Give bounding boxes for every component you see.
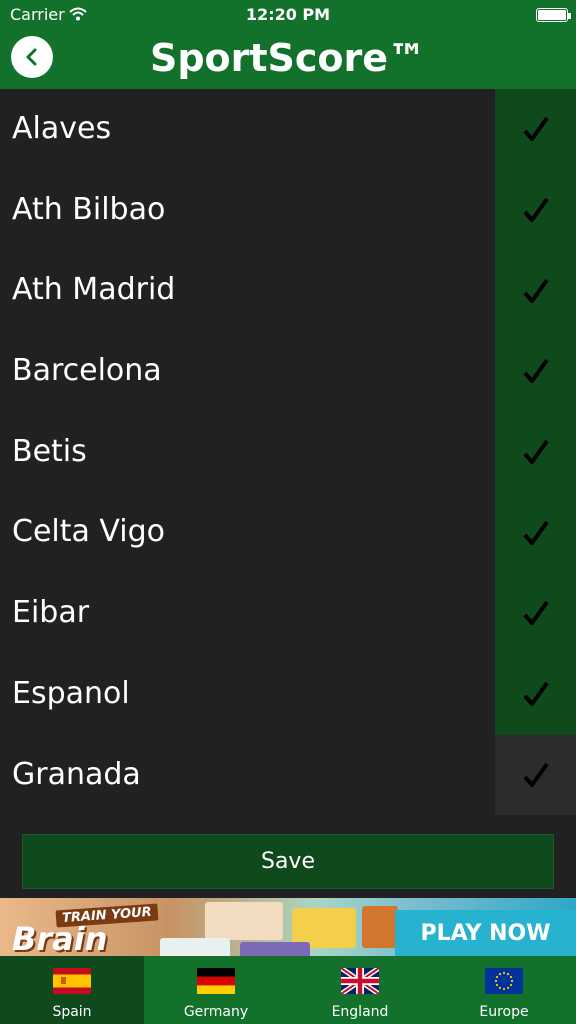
- tab-label: England: [331, 1004, 389, 1020]
- team-name: Espanol: [12, 675, 130, 711]
- tab-label: Germany: [183, 1004, 249, 1020]
- ad-tile: [160, 938, 230, 956]
- uk-flag-icon: [341, 968, 379, 994]
- ad-tile: [205, 902, 283, 940]
- tab-spain[interactable]: Spain: [0, 956, 144, 1024]
- checkmark-icon: [522, 681, 549, 707]
- team-row[interactable]: Ath Bilbao: [0, 169, 576, 251]
- selection-toggle[interactable]: [495, 411, 576, 493]
- team-row[interactable]: Eibar: [0, 573, 576, 654]
- team-name: Granada: [12, 756, 141, 792]
- save-button[interactable]: Save: [22, 834, 554, 889]
- ad-brand: TRAIN YOUR Brain: [12, 903, 159, 955]
- team-list: Alaves Ath Bilbao Ath Madrid Barcelona B…: [0, 89, 576, 816]
- app-header: Carrier 12:20 PM SportScore™: [0, 0, 576, 89]
- selection-toggle[interactable]: [495, 89, 576, 170]
- team-name: Alaves: [12, 111, 112, 146]
- checkmark-icon: [522, 762, 549, 787]
- team-row[interactable]: Espanol: [0, 653, 576, 735]
- selection-toggle[interactable]: [495, 250, 576, 332]
- ad-tile: [362, 906, 398, 948]
- team-row[interactable]: Celta Vigo: [0, 492, 576, 574]
- checkmark-icon: [522, 520, 549, 545]
- team-name: Ath Madrid: [12, 272, 176, 308]
- spain-flag-icon: [53, 968, 91, 994]
- tab-england[interactable]: England: [288, 956, 432, 1024]
- selection-toggle[interactable]: [495, 169, 576, 251]
- team-name: Betis: [12, 433, 87, 469]
- ad-banner[interactable]: TRAIN YOUR Brain PLAY NOW: [0, 898, 576, 956]
- selection-toggle[interactable]: [495, 492, 576, 574]
- tab-bar: Spain Germany England Europe: [0, 956, 576, 1024]
- team-row[interactable]: Ath Madrid: [0, 250, 576, 332]
- germany-flag-icon: [197, 968, 235, 994]
- checkmark-icon: [522, 117, 549, 142]
- tab-germany[interactable]: Germany: [144, 956, 288, 1024]
- ad-tile: [240, 942, 310, 956]
- selection-toggle[interactable]: [495, 331, 576, 412]
- checkmark-icon: [522, 601, 549, 626]
- checkmark-icon: [522, 197, 549, 223]
- team-row[interactable]: Granada: [0, 734, 576, 816]
- tab-label: Spain: [52, 1004, 92, 1020]
- selection-toggle[interactable]: [495, 734, 576, 816]
- selection-toggle[interactable]: [495, 653, 576, 735]
- status-bar: Carrier 12:20 PM: [0, 0, 576, 30]
- selection-toggle[interactable]: [495, 573, 576, 654]
- play-now-button[interactable]: PLAY NOW: [395, 910, 576, 956]
- tab-europe[interactable]: Europe: [432, 956, 576, 1024]
- battery-icon: [536, 8, 571, 22]
- checkmark-icon: [522, 439, 549, 465]
- checkmark-icon: [522, 359, 549, 384]
- checkmark-icon: [522, 278, 549, 303]
- team-name: Eibar: [12, 595, 90, 631]
- clock: 12:20 PM: [245, 5, 331, 24]
- team-row[interactable]: Alaves: [0, 89, 576, 170]
- team-name: Barcelona: [12, 353, 162, 389]
- eu-flag-icon: [485, 968, 523, 994]
- team-row[interactable]: Barcelona: [0, 331, 576, 412]
- page-title: SportScore™: [149, 36, 427, 80]
- team-name: Ath Bilbao: [12, 191, 166, 227]
- tab-label: Europe: [479, 1004, 529, 1020]
- team-row[interactable]: Betis: [0, 411, 576, 493]
- team-name: Celta Vigo: [12, 514, 166, 550]
